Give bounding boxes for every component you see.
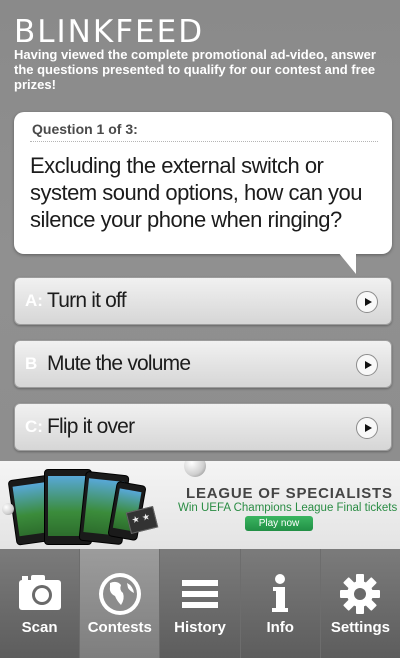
ad-title: LEAGUE OF SPECIALISTS bbox=[186, 485, 393, 502]
intro-text: Having viewed the complete promotional a… bbox=[14, 47, 376, 92]
camera-icon bbox=[18, 575, 61, 610]
answer-option-b[interactable]: B Mute the volume bbox=[14, 340, 392, 388]
tab-info[interactable]: Info bbox=[241, 549, 321, 658]
ad-banner[interactable]: LEAGUE OF SPECIALISTS Win UEFA Champions… bbox=[0, 461, 400, 549]
tab-label: Contests bbox=[87, 619, 152, 636]
tab-scan[interactable]: Scan bbox=[0, 549, 81, 658]
tab-contests[interactable]: Contests bbox=[80, 549, 161, 658]
tab-settings[interactable]: Settings bbox=[321, 549, 400, 658]
tab-label: Info bbox=[266, 619, 294, 636]
phones-image bbox=[7, 465, 158, 549]
question-counter: Question 1 of 3: bbox=[32, 121, 138, 137]
app-root: BLINKFEED Having viewed the complete pro… bbox=[0, 0, 400, 658]
question-bubble: Question 1 of 3: Excluding the external … bbox=[14, 112, 392, 254]
answer-text: Flip it over bbox=[47, 415, 135, 438]
globe-icon bbox=[98, 573, 141, 615]
answer-option-c[interactable]: C: Flip it over bbox=[14, 403, 392, 451]
ad-subtitle: Win UEFA Champions League Final tickets bbox=[178, 502, 398, 514]
answer-option-a[interactable]: A: Turn it off bbox=[14, 277, 392, 325]
answer-letter: B bbox=[25, 354, 38, 373]
gear-icon bbox=[340, 574, 381, 614]
answer-letter: A: bbox=[25, 291, 43, 310]
answer-text: Mute the volume bbox=[47, 352, 191, 375]
answer-letter: C: bbox=[25, 417, 43, 436]
divider bbox=[30, 141, 378, 142]
answer-text: Turn it off bbox=[47, 289, 127, 312]
play-arrow-icon[interactable] bbox=[356, 417, 378, 439]
question-text: Excluding the external switch or system … bbox=[30, 153, 363, 232]
brand-title: BLINKFEED bbox=[14, 14, 205, 50]
list-icon bbox=[182, 580, 218, 608]
play-now-button[interactable]: Play now bbox=[245, 516, 313, 531]
info-icon bbox=[272, 574, 289, 612]
football-icon bbox=[184, 461, 206, 477]
header: BLINKFEED Having viewed the complete pro… bbox=[0, 0, 400, 108]
bubble-tail bbox=[338, 252, 356, 274]
play-arrow-icon[interactable] bbox=[356, 291, 378, 313]
tab-label: History bbox=[174, 619, 226, 636]
tab-label: Scan bbox=[21, 619, 58, 636]
football-icon bbox=[2, 503, 14, 515]
bottom-tab-bar: Scan Contests History Info Settings bbox=[0, 549, 400, 658]
tab-label: Settings bbox=[330, 619, 390, 636]
tab-history[interactable]: History bbox=[160, 549, 241, 658]
play-arrow-icon[interactable] bbox=[356, 354, 378, 376]
